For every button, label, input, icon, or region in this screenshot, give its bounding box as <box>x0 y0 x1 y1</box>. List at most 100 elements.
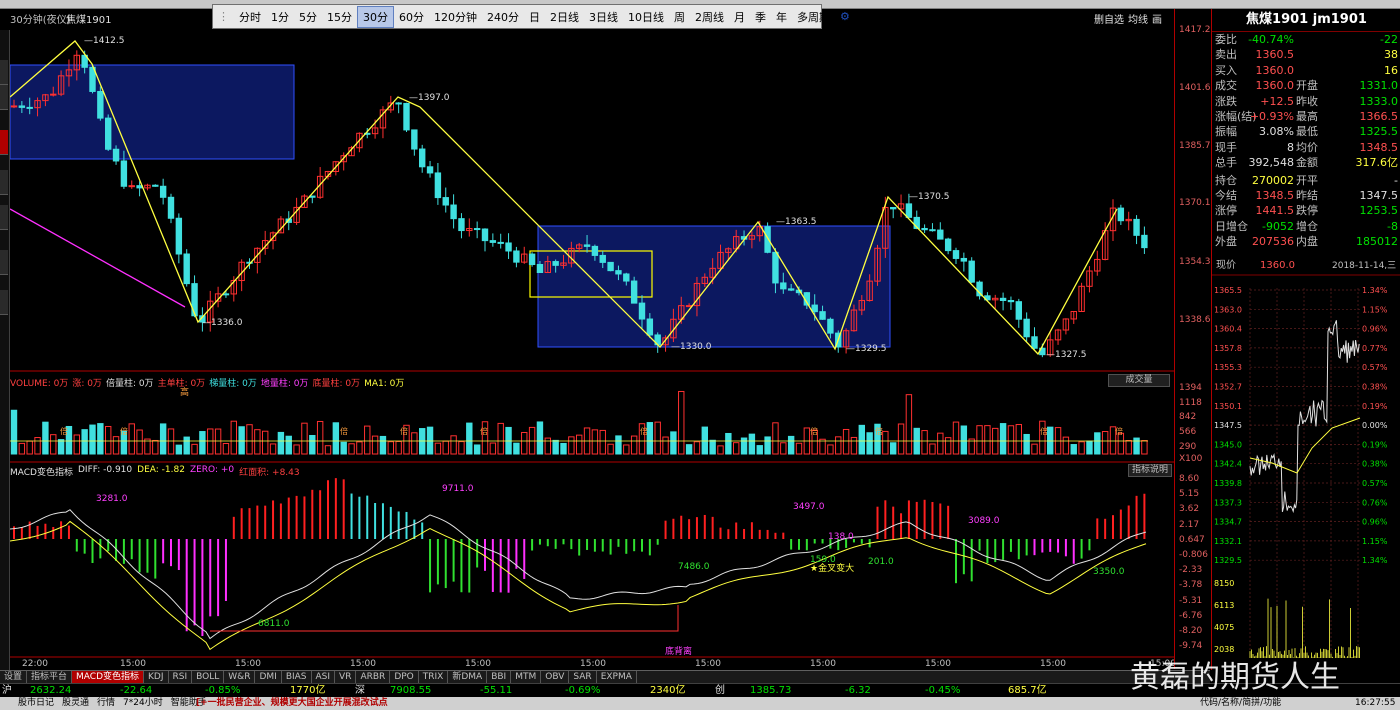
macd-legend-2: DEA: -1.82 <box>137 465 185 475</box>
trough-label: —1329.5 <box>846 344 887 354</box>
side-tab[interactable] <box>0 250 8 275</box>
volume-bar <box>1101 431 1109 455</box>
macd-value-label: 7486.0 <box>678 562 710 572</box>
candle-body <box>536 263 544 273</box>
time-tick: 15:00 <box>465 659 491 669</box>
volume-bar <box>246 424 253 455</box>
macd-value-label: 201.0 <box>868 557 894 567</box>
time-tick: 15:00 <box>695 659 721 669</box>
side-tab[interactable] <box>0 60 8 85</box>
quote-value: 1360.0 <box>1255 63 1295 77</box>
quote-key: 卖出 <box>1215 48 1237 62</box>
volume-bar <box>458 441 465 455</box>
candle-body <box>937 229 944 240</box>
candle-body <box>426 166 434 174</box>
volume-bar <box>717 445 724 455</box>
status-item-3[interactable]: 7*24小时 <box>123 697 163 710</box>
side-tab[interactable] <box>0 170 8 195</box>
side-tab[interactable] <box>0 290 8 315</box>
candle-body <box>497 241 504 244</box>
candle-body <box>505 242 512 252</box>
macd-tick: -0.806 <box>1179 550 1209 560</box>
volume-bar <box>497 422 504 455</box>
intraday-left-tick: 1339.8 <box>1214 479 1242 488</box>
quote-row: 买入 1360.0 16 <box>1212 63 1400 78</box>
volume-bar <box>89 424 96 455</box>
indicator-help-button[interactable]: 指标说明 <box>1128 464 1172 477</box>
intraday-chart[interactable]: 现价 1360.0 2018-11-14,三 1365.5 1.34% 1363.0 1.1… <box>1212 258 1400 670</box>
candle-body <box>1023 318 1030 338</box>
consolidation-zone <box>9 64 295 160</box>
intraday-panel[interactable]: 现价 1360.0 2018-11-14,三 1365.5 1.34% 1363.0 1.1… <box>1211 258 1400 670</box>
sz-value: 7908.55 <box>390 685 432 696</box>
volume-bar <box>450 435 457 455</box>
sz-label: 深 <box>355 685 365 696</box>
candle-body <box>120 160 128 187</box>
quote-value-2: - <box>1394 173 1398 187</box>
candle-body <box>952 250 960 259</box>
quote-key-2: 开平 <box>1296 173 1318 187</box>
double-volume-label: 倍 <box>1040 426 1048 436</box>
news-ticker[interactable]: [+一批民营企业、规模更大国企业开展混改试点 <box>196 697 388 710</box>
volume-bar <box>371 435 379 455</box>
search-hint[interactable]: 代码/名称/简拼/功能 <box>1200 697 1281 710</box>
sz-change: -55.11 <box>480 685 513 696</box>
intraday-now-value: 1360.0 <box>1260 260 1295 271</box>
volume-bar <box>1086 440 1093 455</box>
volume-bar <box>937 432 944 455</box>
side-tab[interactable] <box>0 205 8 230</box>
status-item-1[interactable]: 股灵通 <box>62 697 89 710</box>
volume-bar <box>277 431 285 455</box>
intraday-right-tick: 0.96% <box>1362 325 1388 334</box>
main-chart-area[interactable]: —1412.5 —1397.0 —1363.5 —1370.5 —1336.0 —1330… <box>9 9 1176 669</box>
volume-button[interactable]: 成交量 <box>1108 374 1170 387</box>
quote-value-2: 1348.5 <box>1359 140 1399 154</box>
volume-bar <box>395 440 402 455</box>
volume-bar <box>654 421 661 455</box>
candle-body <box>10 105 18 108</box>
intraday-right-tick: 1.15% <box>1362 537 1388 546</box>
side-tab[interactable] <box>0 85 8 110</box>
macd-tick: 0.647 <box>1179 534 1205 545</box>
status-item-2[interactable]: 行情 <box>97 697 115 710</box>
volume-bar <box>1007 425 1015 455</box>
trough-label: —1330.0 <box>671 342 712 352</box>
kline-chart[interactable]: —1412.5 —1397.0 —1363.5 —1370.5 —1336.0 —1330… <box>9 9 1176 669</box>
chart-control-0[interactable]: 删自选 <box>1094 11 1124 26</box>
chart-control-1[interactable]: 均线 <box>1128 11 1148 26</box>
quote-key: 涨停 <box>1215 204 1237 218</box>
volume-bar <box>309 434 316 455</box>
volume-bar <box>269 443 277 455</box>
candle-body <box>819 311 826 320</box>
quote-key-2: 最高 <box>1296 110 1318 123</box>
candle-body <box>489 240 497 243</box>
intraday-right-tick: 0.57% <box>1362 479 1388 488</box>
cy-value: 1385.73 <box>750 685 792 696</box>
candle-body <box>128 185 135 188</box>
macd-legend-0: MACD变色指标 <box>10 468 73 478</box>
volume-bar <box>1125 440 1132 455</box>
macd-value-label: 3350.0 <box>1093 567 1125 577</box>
intraday-vol-tick: 6113 <box>1214 601 1234 610</box>
volume-bar <box>183 436 190 455</box>
quote-key-2: 跌停 <box>1296 204 1318 218</box>
volume-bar <box>26 440 33 455</box>
volume-bar <box>207 428 214 455</box>
time-tick: 15:00 <box>120 659 146 669</box>
quote-key-2: 内盘 <box>1296 235 1318 249</box>
candle-body <box>1141 234 1148 249</box>
chart-period-label: 30分钟(夜仪) <box>10 15 71 26</box>
cy-change: -6.32 <box>845 685 871 696</box>
side-tab-active[interactable] <box>0 130 8 155</box>
quote-value: +0.93% <box>1249 110 1294 123</box>
volume-bar <box>780 442 787 455</box>
quote-key: 总手 <box>1215 156 1237 170</box>
candle-body <box>175 217 183 255</box>
intraday-right-tick: 0.76% <box>1362 498 1388 507</box>
intraday-date: 2018-11-14,三 <box>1332 261 1396 271</box>
volume-bar <box>159 423 167 455</box>
time-tick: 15:00 <box>810 659 836 669</box>
status-item-0[interactable]: 股市日记 <box>18 697 54 710</box>
volume-bar <box>944 437 952 455</box>
chart-control-2[interactable]: 画 <box>1152 11 1162 26</box>
